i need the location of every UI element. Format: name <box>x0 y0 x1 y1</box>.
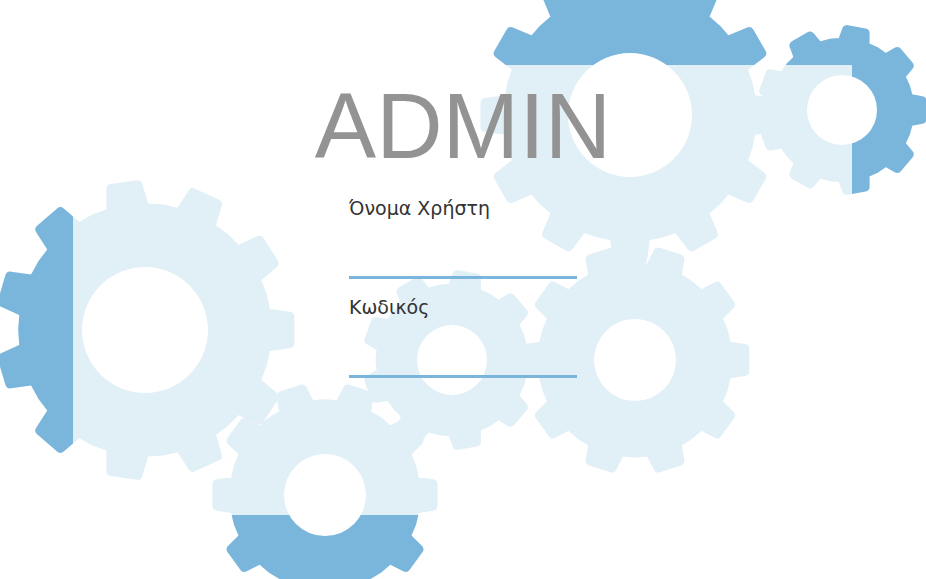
field-input[interactable] <box>349 222 577 279</box>
field-input[interactable] <box>349 321 577 378</box>
admin-login-page: ADMIN Όνομα Χρήστη Κωδικός <box>0 0 926 579</box>
fields: Όνομα Χρήστη Κωδικός <box>349 194 577 378</box>
form-field: Κωδικός <box>349 293 577 378</box>
field-label: Όνομα Χρήστη <box>349 194 577 222</box>
field-label: Κωδικός <box>349 293 577 321</box>
admin-title: ADMIN <box>315 80 611 172</box>
login-form: ADMIN Όνομα Χρήστη Κωδικός <box>0 0 926 378</box>
form-field: Όνομα Χρήστη <box>349 194 577 279</box>
